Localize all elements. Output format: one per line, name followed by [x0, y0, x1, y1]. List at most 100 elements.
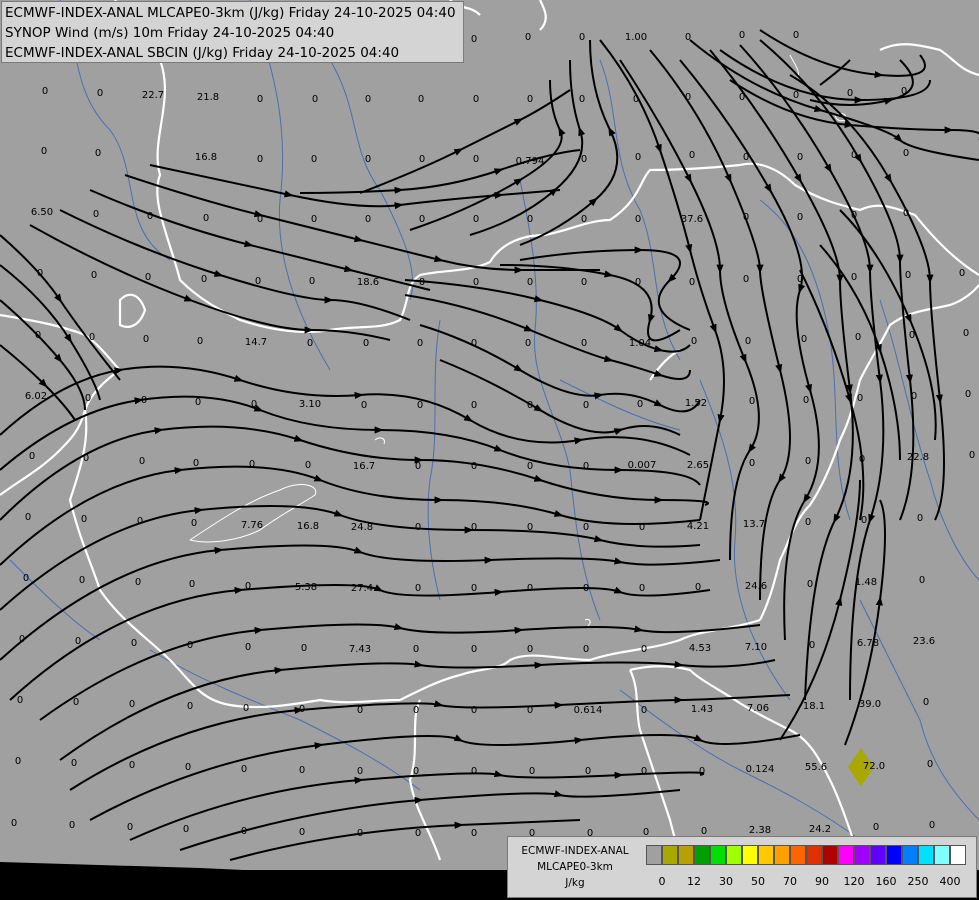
cape-value-label: 0	[689, 150, 695, 161]
legend-swatch	[758, 845, 774, 865]
cape-value-label: 0	[417, 400, 423, 411]
cape-value-label: 0	[639, 583, 645, 594]
cape-value-label: 0	[745, 336, 751, 347]
cape-value-label: 0	[73, 697, 79, 708]
cape-value-label: 0	[419, 214, 425, 225]
cape-value-label: 23.6	[913, 636, 935, 647]
cape-value-label: 0	[91, 270, 97, 281]
cape-value-label: 0	[639, 522, 645, 533]
legend-swatch	[694, 845, 710, 865]
cape-value-label: 0	[581, 277, 587, 288]
cape-value-label: 0	[583, 522, 589, 533]
cape-value-label: 0	[855, 332, 861, 343]
cape-value-label: 0	[581, 338, 587, 349]
cape-value-label: 2.65	[687, 460, 709, 471]
cape-value-label: 0	[243, 703, 249, 714]
cape-value-label: 0	[797, 152, 803, 163]
cape-value-label: 0	[583, 400, 589, 411]
cape-value-label: 24.6	[745, 581, 767, 592]
cape-value-label: 0	[633, 94, 639, 105]
cape-value-label: 0	[797, 274, 803, 285]
cape-value-label: 0	[309, 276, 315, 287]
cape-value-label: 16.8	[195, 152, 217, 163]
cape-value-label: 0	[471, 400, 477, 411]
cape-value-label: 0	[413, 766, 419, 777]
cape-value-label: 0	[365, 94, 371, 105]
cape-value-label: 0	[473, 214, 479, 225]
cape-value-label: 0	[859, 454, 865, 465]
cape-value-label: 0	[529, 766, 535, 777]
cape-value-label: 0	[911, 391, 917, 402]
cape-value-label: 0	[793, 30, 799, 41]
cape-value-label: 0	[29, 451, 35, 462]
cape-value-label: 0	[147, 211, 153, 222]
cape-value-label: 0	[145, 272, 151, 283]
cape-value-label: 0	[919, 575, 925, 586]
cape-value-label: 0	[71, 758, 77, 769]
cape-value-label: 0	[365, 154, 371, 165]
cape-value-label: 6.50	[31, 207, 53, 218]
cape-value-label: 0	[312, 94, 318, 105]
cape-value-label: 3.10	[299, 399, 321, 410]
cape-value-label: 1.04	[629, 338, 651, 349]
legend-tick-label: 30	[719, 875, 733, 888]
cape-value-label: 0	[417, 338, 423, 349]
cape-value-label: 0	[927, 759, 933, 770]
cape-value-label: 27.4	[351, 583, 373, 594]
cape-value-label: 0	[129, 760, 135, 771]
cape-value-label: 0	[581, 214, 587, 225]
legend-swatch	[838, 845, 854, 865]
cape-value-label: 0	[847, 88, 853, 99]
legend-swatch	[854, 845, 870, 865]
cape-value-label: 0	[473, 277, 479, 288]
legend-swatch	[806, 845, 822, 865]
cape-value-label: 0	[97, 88, 103, 99]
cape-value-label: 0	[307, 338, 313, 349]
cape-value-label: 0	[183, 824, 189, 835]
cape-value-label: 0	[471, 461, 477, 472]
cape-value-label: 0	[903, 148, 909, 159]
cape-value-label: 0	[195, 397, 201, 408]
cape-value-label: 7.06	[747, 703, 769, 714]
cape-value-label: 0	[418, 94, 424, 105]
cape-value-label: 16.7	[353, 461, 375, 472]
legend-swatch	[790, 845, 806, 865]
legend-swatch	[662, 845, 678, 865]
header-title-cin: ECMWF-INDEX-ANAL SBCIN (J/kg) Friday 24-…	[5, 45, 400, 61]
cape-value-label: 0	[641, 644, 647, 655]
color-legend: ECMWF-INDEX-ANAL MLCAPE0-3km J/kg 0 12 30 5…	[507, 836, 977, 898]
cape-value-label: 24.2	[809, 824, 831, 835]
cape-value-label: 0	[139, 456, 145, 467]
cape-value-label: 0	[691, 336, 697, 347]
cape-value-label: 0	[131, 638, 137, 649]
header-panel: ECMWF-INDEX-ANAL MLCAPE0-3km (J/kg) Frid…	[1, 1, 464, 63]
cape-value-label: 0	[579, 32, 585, 43]
cape-value-label: 0	[249, 459, 255, 470]
cape-value-label: 0	[909, 330, 915, 341]
legend-tick-label: 70	[783, 875, 797, 888]
cape-value-label: 0	[189, 579, 195, 590]
legend-swatch	[678, 845, 694, 865]
cape-value-label: 0	[17, 695, 23, 706]
cape-value-label: 0	[801, 334, 807, 345]
cape-value-label: 0	[527, 522, 533, 533]
cape-value-label: 0	[193, 458, 199, 469]
cape-value-label: 0	[15, 756, 21, 767]
cape-value-label: 22.7	[142, 90, 164, 101]
cape-value-label: 0	[583, 583, 589, 594]
cape-value-label: 0	[963, 328, 969, 339]
cape-value-label: 0	[905, 270, 911, 281]
cape-value-label: 0	[363, 338, 369, 349]
legend-tick-label: 120	[843, 875, 865, 888]
cape-value-label: 0	[85, 393, 91, 404]
cape-value-label: 0	[749, 396, 755, 407]
cape-value-label: 0	[75, 636, 81, 647]
cape-value-label: 0	[471, 766, 477, 777]
cape-value-label: 1.00	[625, 32, 647, 43]
cape-value-label: 0	[525, 32, 531, 43]
cape-value-label: 0	[857, 393, 863, 404]
cape-value-label: 0	[471, 522, 477, 533]
cape-value-label: 0	[129, 699, 135, 710]
cape-value-label: 1.43	[691, 704, 713, 715]
cape-value-label: 0	[797, 212, 803, 223]
